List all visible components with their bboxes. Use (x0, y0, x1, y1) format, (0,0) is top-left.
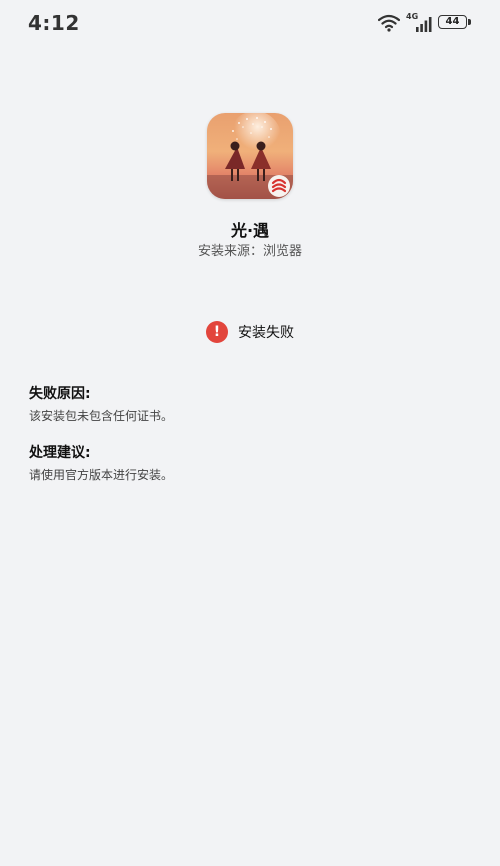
install-result-text: 安装失败 (238, 325, 294, 341)
error-icon: ! (206, 321, 228, 343)
status-time: 4:12 (28, 11, 80, 35)
battery-tip (468, 19, 471, 25)
failure-reason-text: 该安装包未包含任何证书。 (29, 409, 174, 423)
battery-icon: 44 (438, 15, 467, 29)
app-icon-artwork (207, 113, 293, 199)
suggestion-text: 请使用官方版本进行安装。 (29, 468, 174, 482)
battery-indicator: 44 (438, 15, 472, 31)
battery-level: 44 (445, 16, 460, 27)
status-icons: 4G 44 (378, 12, 472, 33)
install-source: 安装来源：浏览器 (197, 244, 302, 259)
signal-bars-icon (416, 17, 432, 32)
install-result: ! 安装失败 (0, 321, 500, 343)
suggestion-title: 处理建议: (29, 445, 91, 461)
wifi-icon (378, 14, 400, 32)
failure-reason-title: 失败原因: (29, 386, 91, 402)
sky-game-app-icon (207, 113, 293, 199)
cellular-signal: 4G (406, 12, 432, 32)
app-name: 光·遇 (230, 221, 270, 240)
status-bar: 4:12 4G 44 (0, 0, 500, 46)
